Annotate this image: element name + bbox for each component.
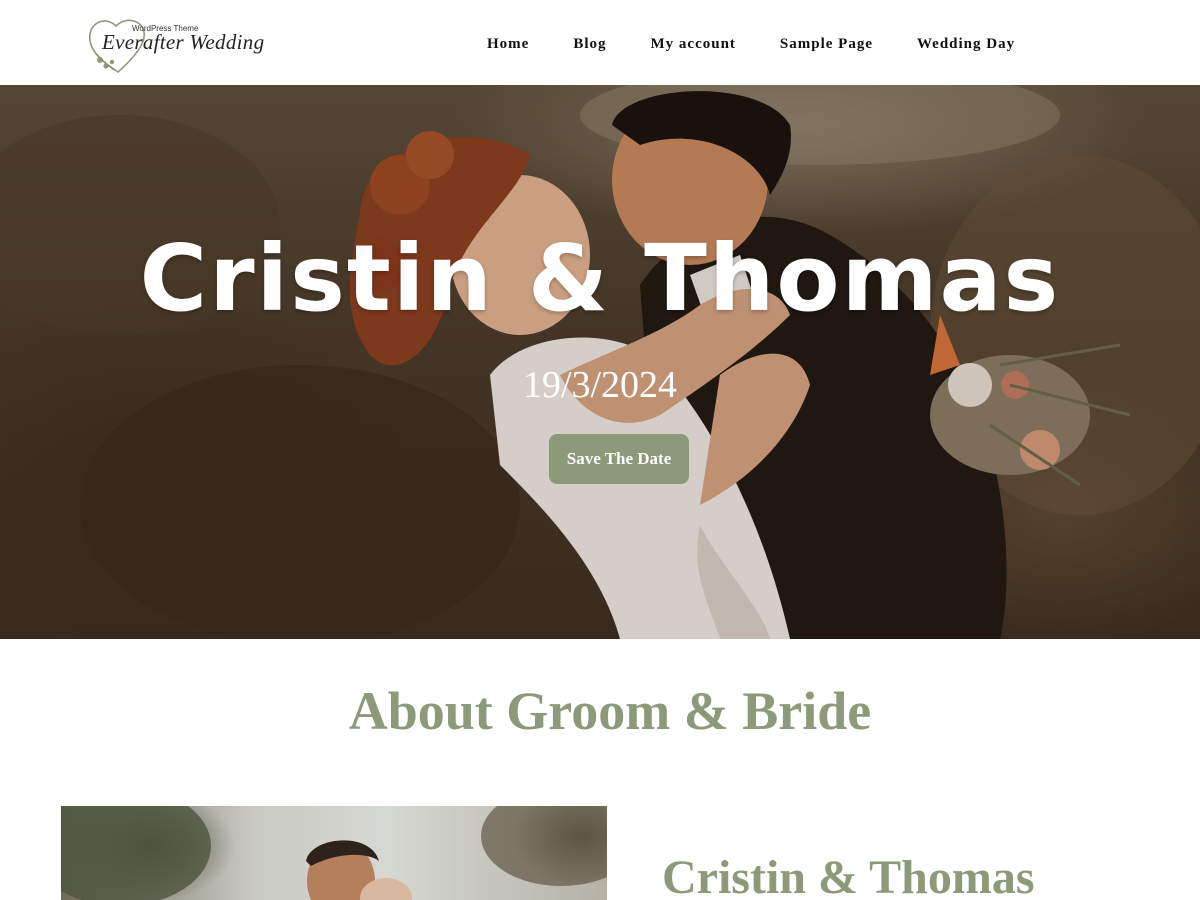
hero-title: Cristin & Thomas xyxy=(139,225,1061,332)
site-logo[interactable]: WordPress Theme Everafter Wedding xyxy=(86,14,265,76)
site-header: WordPress Theme Everafter Wedding Home B… xyxy=(0,0,1200,85)
main-navigation: Home Blog My account Sample Page Wedding… xyxy=(487,36,1015,56)
couple-name-heading: Cristin & Thomas xyxy=(662,851,1035,900)
nav-item-sample-page[interactable]: Sample Page xyxy=(780,36,873,56)
nav-item-blog[interactable]: Blog xyxy=(573,36,606,56)
hero-banner: Cristin & Thomas 19/3/2024 Save The Date xyxy=(0,85,1200,639)
nav-item-home[interactable]: Home xyxy=(487,36,529,56)
about-couple-image xyxy=(61,806,607,900)
hero-date: 19/3/2024 xyxy=(522,364,678,406)
about-section-title: About Groom & Bride xyxy=(348,681,872,741)
save-the-date-button[interactable]: Save The Date xyxy=(549,434,689,484)
hero-overlay xyxy=(0,85,1200,639)
nav-item-wedding-day[interactable]: Wedding Day xyxy=(917,36,1015,56)
nav-item-my-account[interactable]: My account xyxy=(651,36,736,56)
logo-name: Everafter Wedding xyxy=(102,30,265,54)
about-photo-illustration xyxy=(61,806,607,900)
